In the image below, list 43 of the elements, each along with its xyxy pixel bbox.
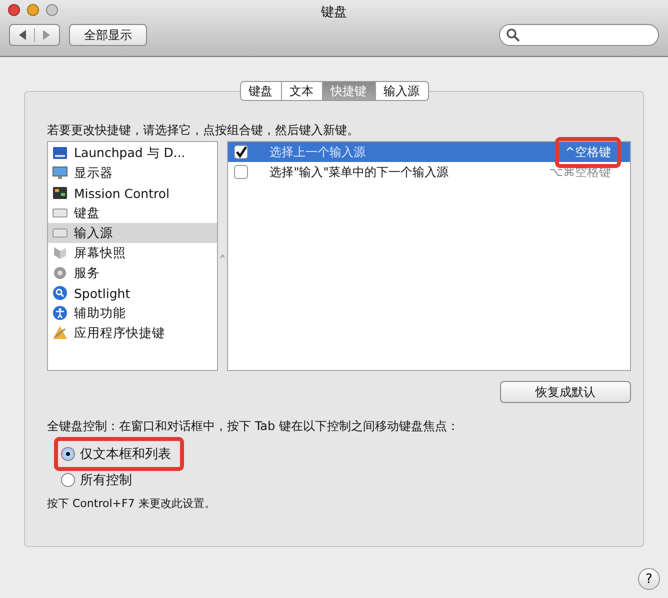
restore-defaults-button[interactable]: 恢复成默认 <box>500 381 631 403</box>
category-item[interactable]: 输入源 <box>48 223 217 243</box>
category-item[interactable]: 键盘 <box>48 203 217 223</box>
full-keyboard-label: 全键盘控制：在窗口和对话框中，按下 Tab 键在以下控制之间移动键盘焦点： <box>47 418 460 434</box>
tab[interactable]: 输入源 <box>376 81 428 101</box>
tab[interactable]: 键盘 <box>240 81 282 101</box>
checkbox[interactable] <box>234 165 248 179</box>
minimize-button[interactable] <box>27 4 39 16</box>
search-icon <box>52 285 68 301</box>
shortcut-row[interactable]: 选择上一个输入源 ^空格键 <box>228 142 630 162</box>
radio-option[interactable]: 仅文本框和列表 <box>61 443 177 465</box>
shortcut-label: 选择"输入"菜单中的下一个输入源 <box>270 164 450 180</box>
category-item[interactable]: 屏幕快照 <box>48 243 217 263</box>
tab[interactable]: 文本 <box>282 81 322 101</box>
instruction-text: 若要更改快捷键，请选择它，点按组合键，然后键入新键。 <box>47 122 360 138</box>
category-item[interactable]: 服务 <box>48 263 217 283</box>
navigation-buttons[interactable] <box>9 24 60 46</box>
accessibility-icon <box>52 305 68 321</box>
shortcut-label: 选择上一个输入源 <box>270 144 367 160</box>
category-item[interactable]: 应用程序快捷键 <box>48 323 217 343</box>
window-grid-icon <box>52 185 68 201</box>
radio-option[interactable]: 所有控制 <box>61 469 138 491</box>
hint-text: 按下 Control+F7 来更改此设置。 <box>47 496 216 511</box>
launchpad-icon <box>52 145 68 161</box>
category-item[interactable]: Mission Control <box>48 183 217 203</box>
show-all-button[interactable]: 全部显示 <box>69 24 147 46</box>
window-title: 键盘 <box>321 4 347 21</box>
zoom-button[interactable] <box>46 4 58 16</box>
back-icon <box>17 29 29 41</box>
search-field[interactable] <box>499 24 659 46</box>
search-icon <box>506 28 520 42</box>
splitter-handle-icon <box>220 254 225 258</box>
shortcut-key: ^空格键 <box>562 142 614 162</box>
category-item[interactable]: 显示器 <box>48 163 217 183</box>
category-item[interactable]: Launchpad 与 D... <box>48 143 217 163</box>
checkbox[interactable] <box>234 145 248 159</box>
close-button[interactable] <box>8 4 20 16</box>
category-item[interactable]: Spotlight <box>48 283 217 303</box>
category-item[interactable]: 辅助功能 <box>48 303 217 323</box>
checkmark-icon <box>234 146 247 158</box>
help-button[interactable]: ? <box>638 568 660 590</box>
monitor-icon <box>52 165 68 181</box>
forward-icon <box>40 29 52 41</box>
